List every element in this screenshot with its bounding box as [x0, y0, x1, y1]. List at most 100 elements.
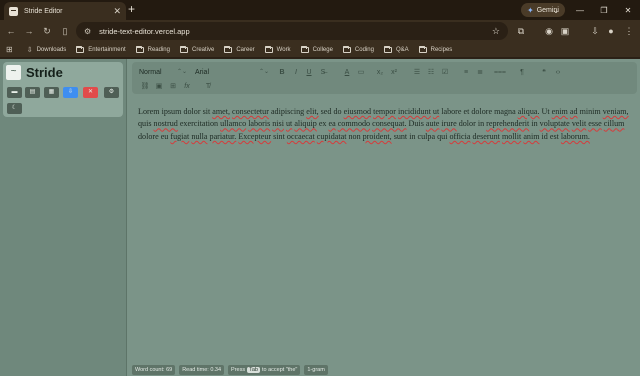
read-time: Read time: 0.34 — [179, 364, 225, 375]
paragraph-mark-icon[interactable]: ¶ — [517, 68, 527, 77]
folder-icon — [224, 45, 233, 53]
downloads-icon[interactable]: ⇩ — [588, 24, 602, 38]
bookmark-label: Reading — [147, 46, 170, 53]
folder-icon — [179, 45, 188, 53]
bookmark-qa[interactable]: Q&A — [383, 45, 409, 53]
window-controls: ⌄ — ❐ ✕ — [544, 0, 640, 20]
tab-title: Stride Editor — [24, 7, 63, 15]
bookmark-label: Entertainment — [88, 46, 126, 53]
bookmark-entertainment[interactable]: Entertainment — [76, 45, 126, 53]
minimize-icon[interactable]: — — [568, 6, 592, 15]
bookmark-label: Coding — [354, 46, 374, 53]
sidebar: ~ Stride ▬ ▤ ▦ ⇩ ✕ ⚙ ☾ — [0, 59, 127, 376]
bookmark-label: Creative — [191, 46, 215, 53]
bookmark-star-icon[interactable]: ☆ — [492, 26, 500, 37]
bold-icon[interactable]: B — [277, 68, 287, 77]
style-caret-icon[interactable]: ⌃⌄ — [177, 68, 187, 75]
folder-icon — [342, 45, 351, 53]
sidebar-panel: ~ Stride ▬ ▤ ▦ ⇩ ✕ ⚙ ☾ — [3, 62, 123, 117]
settings-button[interactable]: ⚙ — [104, 87, 119, 98]
bookmark-creative[interactable]: Creative — [179, 45, 215, 53]
new-file-button[interactable]: ▤ — [25, 87, 40, 98]
font-family-select[interactable]: Arial — [195, 69, 209, 76]
bullet-list-icon[interactable]: ☰ — [412, 68, 422, 77]
bookmark-downloads[interactable]: ⇩ Downloads — [27, 46, 67, 54]
document-paragraph[interactable]: Lorem ipsum dolor sit amet, consectetur … — [138, 106, 634, 143]
tab-search-icon[interactable]: ⌄ — [544, 6, 568, 15]
italic-icon[interactable]: I — [291, 68, 301, 77]
blockquote-icon[interactable]: ❝ — [539, 68, 549, 77]
align-right-icon[interactable]: ⩶ — [494, 68, 506, 77]
bookmark-recipes[interactable]: Recipes — [418, 45, 452, 53]
gemini-spark-icon: ✦ — [527, 5, 534, 15]
back-icon[interactable]: ← — [4, 24, 18, 38]
document-content[interactable]: Lorem ipsum dolor sit amet, consectetur … — [138, 106, 634, 143]
image-icon[interactable]: ▣ — [154, 82, 164, 91]
align-center-icon[interactable]: ≣ — [475, 68, 485, 77]
download-icon: ⇩ — [26, 46, 33, 54]
save-file-button[interactable]: ▦ — [44, 87, 59, 98]
site-info-icon[interactable]: ⚙ — [84, 27, 91, 36]
bookmarks-bar: ⊞ ⇩ Downloads Entertainment Reading Crea… — [0, 42, 640, 58]
code-icon[interactable]: ‹› — [553, 68, 563, 77]
checklist-icon[interactable]: ☑ — [440, 68, 450, 77]
folder-icon — [135, 45, 144, 53]
clear-formatting-icon[interactable]: T̸ — [203, 82, 213, 91]
close-window-icon[interactable]: ✕ — [616, 6, 640, 15]
align-left-icon[interactable]: ≡ — [461, 68, 471, 77]
lens-icon[interactable]: ◉ — [542, 24, 556, 38]
underline-icon[interactable]: U — [304, 68, 314, 77]
ngram-badge: 1-gram — [304, 364, 328, 375]
split-view-icon[interactable]: ▯ — [58, 24, 72, 38]
folder-icon — [76, 45, 85, 53]
bookmark-reading[interactable]: Reading — [135, 45, 170, 53]
hint-press: Press — [231, 366, 246, 373]
bookmark-label: College — [312, 46, 333, 53]
hint-accept: to accept "the" — [261, 366, 298, 373]
profile-icon[interactable]: ● — [604, 24, 618, 38]
superscript-icon[interactable]: x² — [389, 68, 399, 77]
bookmark-college[interactable]: College — [300, 45, 333, 53]
bookmark-label: Downloads — [36, 46, 67, 53]
forward-icon[interactable]: → — [22, 24, 36, 38]
numbered-list-icon[interactable]: ☷ — [426, 68, 436, 77]
close-tab-icon[interactable]: ✕ — [113, 6, 121, 16]
folder-icon — [383, 45, 392, 53]
close-button[interactable]: ✕ — [83, 87, 98, 98]
editor-toolbar: Normal ⌃⌄ Arial ⌃⌄ B I U S̶ A ▭ x₂ x² ☰ … — [132, 62, 637, 94]
menu-kebab-icon[interactable]: ⋮ — [622, 24, 636, 38]
apps-grid-icon[interactable]: ⊞ — [6, 45, 13, 54]
extensions-icon[interactable]: ⧉ — [514, 24, 528, 38]
download-button[interactable]: ⇩ — [63, 87, 78, 98]
bookmark-coding[interactable]: Coding — [342, 45, 374, 53]
table-icon[interactable]: ⊞ — [168, 82, 178, 91]
editor-favicon-icon — [9, 6, 18, 16]
paragraph-style-select[interactable]: Normal — [139, 69, 162, 76]
stride-app: ~ Stride ▬ ▤ ▦ ⇩ ✕ ⚙ ☾ Normal ⌃⌄ Arial ⌃… — [0, 59, 640, 376]
subscript-icon[interactable]: x₂ — [375, 68, 385, 77]
strikethrough-icon[interactable]: S̶ — [318, 68, 328, 77]
maximize-icon[interactable]: ❐ — [592, 6, 616, 15]
new-tab-button[interactable]: + — [128, 3, 135, 15]
bookmark-work[interactable]: Work — [264, 45, 291, 53]
url-text: stride-text-editor.vercel.app — [99, 26, 190, 36]
text-color-icon[interactable]: A — [342, 68, 352, 77]
browser-tab[interactable]: Stride Editor ✕ — [4, 2, 126, 20]
dark-mode-toggle[interactable]: ☾ — [7, 103, 22, 114]
formula-icon[interactable]: fx — [182, 82, 192, 91]
folder-icon — [418, 45, 427, 53]
folder-icon — [300, 45, 309, 53]
reload-icon[interactable]: ↻ — [40, 24, 54, 38]
screenshot-icon[interactable]: ▣ — [558, 24, 572, 38]
stride-logo-icon: ~ — [6, 65, 21, 80]
open-folder-button[interactable]: ▬ — [7, 87, 22, 98]
status-bar: Word count: 69 Read time: 0.34 Press Tab t… — [129, 363, 640, 376]
link-icon[interactable]: ⛓ — [140, 82, 150, 91]
bookmark-label: Q&A — [395, 46, 409, 53]
brand-title: Stride — [26, 65, 63, 80]
address-bar[interactable]: ⚙ stride-text-editor.vercel.app ☆ — [76, 22, 508, 40]
tab-key-badge: Tab — [247, 366, 260, 373]
bookmark-career[interactable]: Career — [224, 45, 255, 53]
font-caret-icon[interactable]: ⌃⌄ — [259, 68, 269, 75]
highlight-icon[interactable]: ▭ — [356, 68, 366, 77]
